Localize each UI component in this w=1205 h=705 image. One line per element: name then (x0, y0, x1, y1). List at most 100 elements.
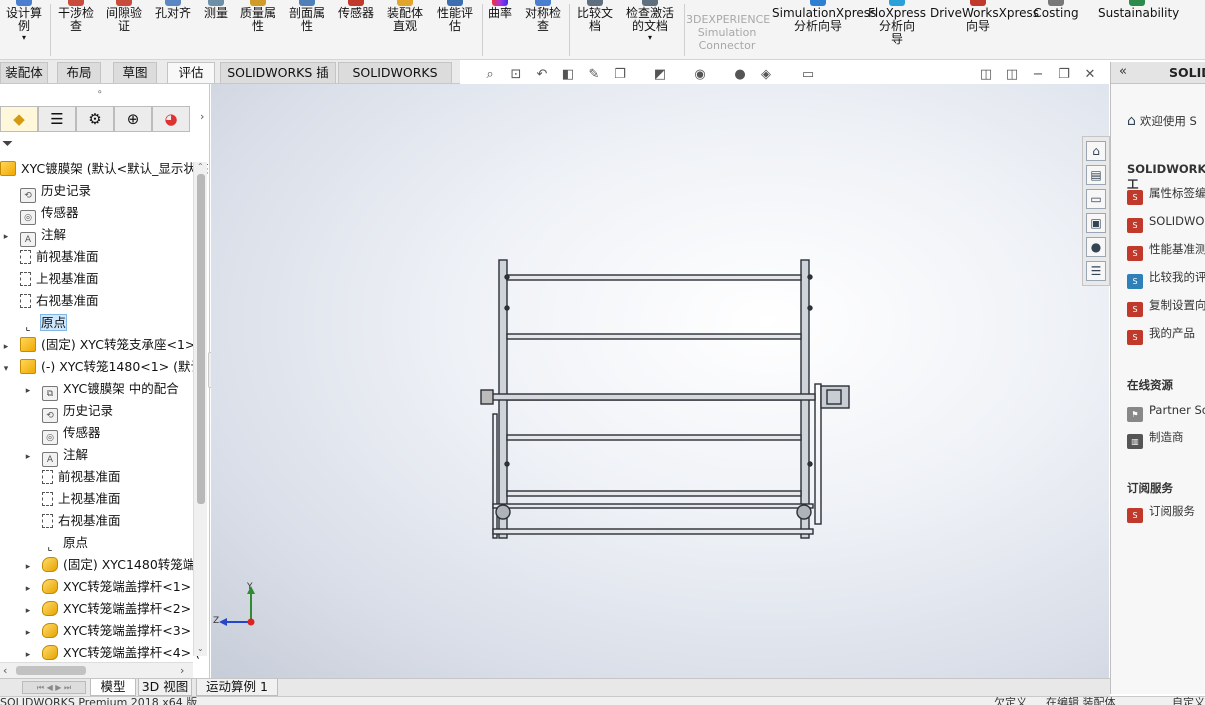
tree-item[interactable]: 右视基准面 (0, 290, 99, 312)
tree-item[interactable]: ▸ A 注解 (22, 444, 88, 467)
chevron-right-icon[interactable]: › (200, 110, 204, 123)
filter-icon[interactable]: ⏷ (2, 136, 13, 152)
scroll-up-icon[interactable]: ⌃ (197, 162, 204, 171)
welcome-link[interactable]: ⌂ 欢迎使用 S (1127, 112, 1197, 130)
scroll-right-icon[interactable]: › (180, 664, 184, 677)
tool-link[interactable]: S 我的产品 (1127, 324, 1195, 345)
tab-3d-view[interactable]: 3D 视图 (138, 679, 192, 696)
tree-root[interactable]: XYC镀膜架 (默认<默认_显示状态 (0, 158, 208, 180)
design-library-icon[interactable]: ▤ (1086, 165, 1106, 185)
floxpress-button[interactable]: FloXpress 分析向 导 (868, 0, 926, 46)
hscroll-thumb[interactable] (16, 666, 86, 675)
custom-properties-icon[interactable]: ☰ (1086, 261, 1106, 281)
tree-item[interactable]: ⌞ 原点 (22, 532, 88, 554)
assembly-visualization-button[interactable]: 装配体 直观 (382, 0, 428, 33)
status-units[interactable]: 自定义 (1172, 697, 1205, 705)
section-view-icon[interactable]: ◧ (559, 67, 577, 83)
tree-item[interactable]: ⌞ 原点 (0, 312, 68, 334)
dynamic-annotation-icon[interactable]: ✎ (585, 67, 603, 83)
curvature-button[interactable]: 曲率 (484, 0, 516, 20)
view-orientation-icon[interactable]: ❐ (611, 67, 629, 83)
tile-left-icon[interactable]: ◫ (977, 67, 995, 83)
tree-item[interactable]: ▸ ⧉ XYC镀膜架 中的配合 (22, 378, 179, 401)
scroll-left-icon[interactable]: ‹ (3, 664, 7, 677)
home-icon[interactable]: ⌂ (1086, 141, 1106, 161)
display-style-icon[interactable]: ◩ (651, 67, 669, 83)
tool-link[interactable]: S 性能基准测 (1127, 240, 1205, 261)
tree-item[interactable]: ▸ (固定) XYC1480转笼端 (22, 554, 195, 576)
tile-right-icon[interactable]: ◫ (1003, 67, 1021, 83)
view-palette-icon[interactable]: ▣ (1086, 213, 1106, 233)
tree-item[interactable]: ▸ XYC转笼端盖撑杆<3> ( (22, 620, 200, 642)
restore-icon[interactable]: ❐ (1055, 67, 1073, 83)
tab-dimxpert-manager[interactable]: ⊕ (114, 106, 152, 132)
tree-item[interactable]: 右视基准面 (22, 510, 121, 532)
edit-appearance-icon[interactable]: ● (731, 67, 749, 83)
tab-evaluate[interactable]: 评估 (167, 62, 215, 83)
tree-item[interactable]: ▸ (固定) XYC转笼支承座<1> (0, 334, 195, 356)
collapse-arrow-icon[interactable]: ▾ (0, 358, 12, 380)
subscription-link[interactable]: S 订阅服务 (1127, 502, 1195, 523)
apply-scene-icon[interactable]: ◈ (757, 67, 775, 83)
partner-solutions-link[interactable]: ⚑ Partner So (1127, 401, 1205, 422)
expand-arrow-icon[interactable]: ▸ (0, 336, 12, 358)
tree-item[interactable]: ▸ XYC转笼端盖撑杆<2> ( (22, 598, 200, 620)
drag-handle[interactable]: ⚬ (96, 88, 104, 98)
tab-assembly[interactable]: 装配体 (0, 62, 48, 83)
scroll-down-icon[interactable]: ⌄ (197, 644, 204, 653)
measure-button[interactable]: 测量 (200, 0, 232, 20)
design-study-button[interactable]: 设计算 例 ▾ (2, 0, 46, 42)
tree-item[interactable]: ▾ (-) XYC转笼1480<1> (默认 (0, 356, 203, 378)
tree-item[interactable]: ▸ XYC转笼端盖撑杆<4> ( (22, 642, 200, 664)
sensor-button[interactable]: 传感器 (334, 0, 378, 20)
hole-alignment-button[interactable]: 孔对齐 (150, 0, 196, 20)
tree-item[interactable]: ⟲ 历史记录 (0, 180, 91, 203)
performance-evaluation-button[interactable]: 性能评 估 (432, 0, 478, 33)
close-icon[interactable]: ✕ (1081, 67, 1099, 83)
manufacturers-link[interactable]: ▥ 制造商 (1127, 428, 1184, 449)
mass-properties-button[interactable]: 质量属 性 (236, 0, 280, 33)
view-settings-icon[interactable]: ▭ (799, 67, 817, 83)
simulationxpress-button[interactable]: SimulationXpress 分析向导 (772, 0, 876, 33)
tree-item[interactable]: 前视基准面 (0, 246, 99, 268)
tree-item[interactable]: ⟲ 历史记录 (22, 400, 113, 423)
file-explorer-icon[interactable]: ▭ (1086, 189, 1106, 209)
scrollbar-thumb[interactable] (197, 174, 205, 504)
compare-documents-button[interactable]: 比较文 档 (572, 0, 618, 33)
tab-navigation-arrows[interactable]: ⏮ ◀ ▶ ⏭ (22, 681, 86, 694)
tab-model[interactable]: 模型 (90, 679, 136, 696)
graphics-area[interactable]: Y Z (211, 84, 1109, 680)
tab-configuration-manager[interactable]: ⚙ (76, 106, 114, 132)
tool-link[interactable]: S SOLIDWOR (1127, 212, 1205, 233)
tool-link[interactable]: S 比较我的评 (1127, 268, 1205, 289)
collapse-icon[interactable]: « (1119, 64, 1127, 79)
expand-arrow-icon[interactable]: ▸ (22, 622, 34, 644)
costing-button[interactable]: Costing (1032, 0, 1080, 20)
appearances-icon[interactable]: ● (1086, 237, 1106, 257)
tree-item[interactable]: ▸ A 注解 (0, 224, 66, 248)
previous-view-icon[interactable]: ↶ (533, 67, 551, 83)
tab-feature-manager[interactable]: ◆ (0, 106, 38, 132)
tree-item[interactable]: ▸ XYC转笼端盖撑杆<1> ( (22, 576, 200, 598)
driveworksxpress-button[interactable]: DriveWorksXpress 向导 (930, 0, 1039, 33)
minimize-icon[interactable]: − (1029, 67, 1047, 83)
sustainability-button[interactable]: Sustainability (1098, 0, 1179, 20)
tree-item[interactable]: 上视基准面 (0, 268, 99, 290)
interference-check-button[interactable]: 干涉检 查 (54, 0, 98, 33)
tab-motion-study[interactable]: 运动算例 1 (196, 679, 278, 696)
tool-link[interactable]: S 复制设置向 (1127, 296, 1205, 317)
tab-layout[interactable]: 布局 (57, 62, 101, 83)
expand-arrow-icon[interactable]: ▸ (0, 226, 12, 248)
hide-show-items-icon[interactable]: ◉ (691, 67, 709, 83)
zoom-to-area-icon[interactable]: ⊡ (507, 67, 525, 83)
tool-link[interactable]: S 属性标签编 (1127, 184, 1205, 205)
tab-property-manager[interactable]: ☰ (38, 106, 76, 132)
expand-arrow-icon[interactable]: ▸ (22, 578, 34, 600)
tree-item[interactable]: ◎ 传感器 (22, 422, 101, 445)
tree-item[interactable]: 前视基准面 (22, 466, 121, 488)
tab-sketch[interactable]: 草图 (113, 62, 157, 83)
symmetry-check-button[interactable]: 对称检 查 (520, 0, 566, 33)
section-properties-button[interactable]: 剖面属 性 (284, 0, 330, 33)
tree-item[interactable]: 上视基准面 (22, 488, 121, 510)
tree-horizontal-scrollbar[interactable]: ‹ › (0, 662, 193, 678)
